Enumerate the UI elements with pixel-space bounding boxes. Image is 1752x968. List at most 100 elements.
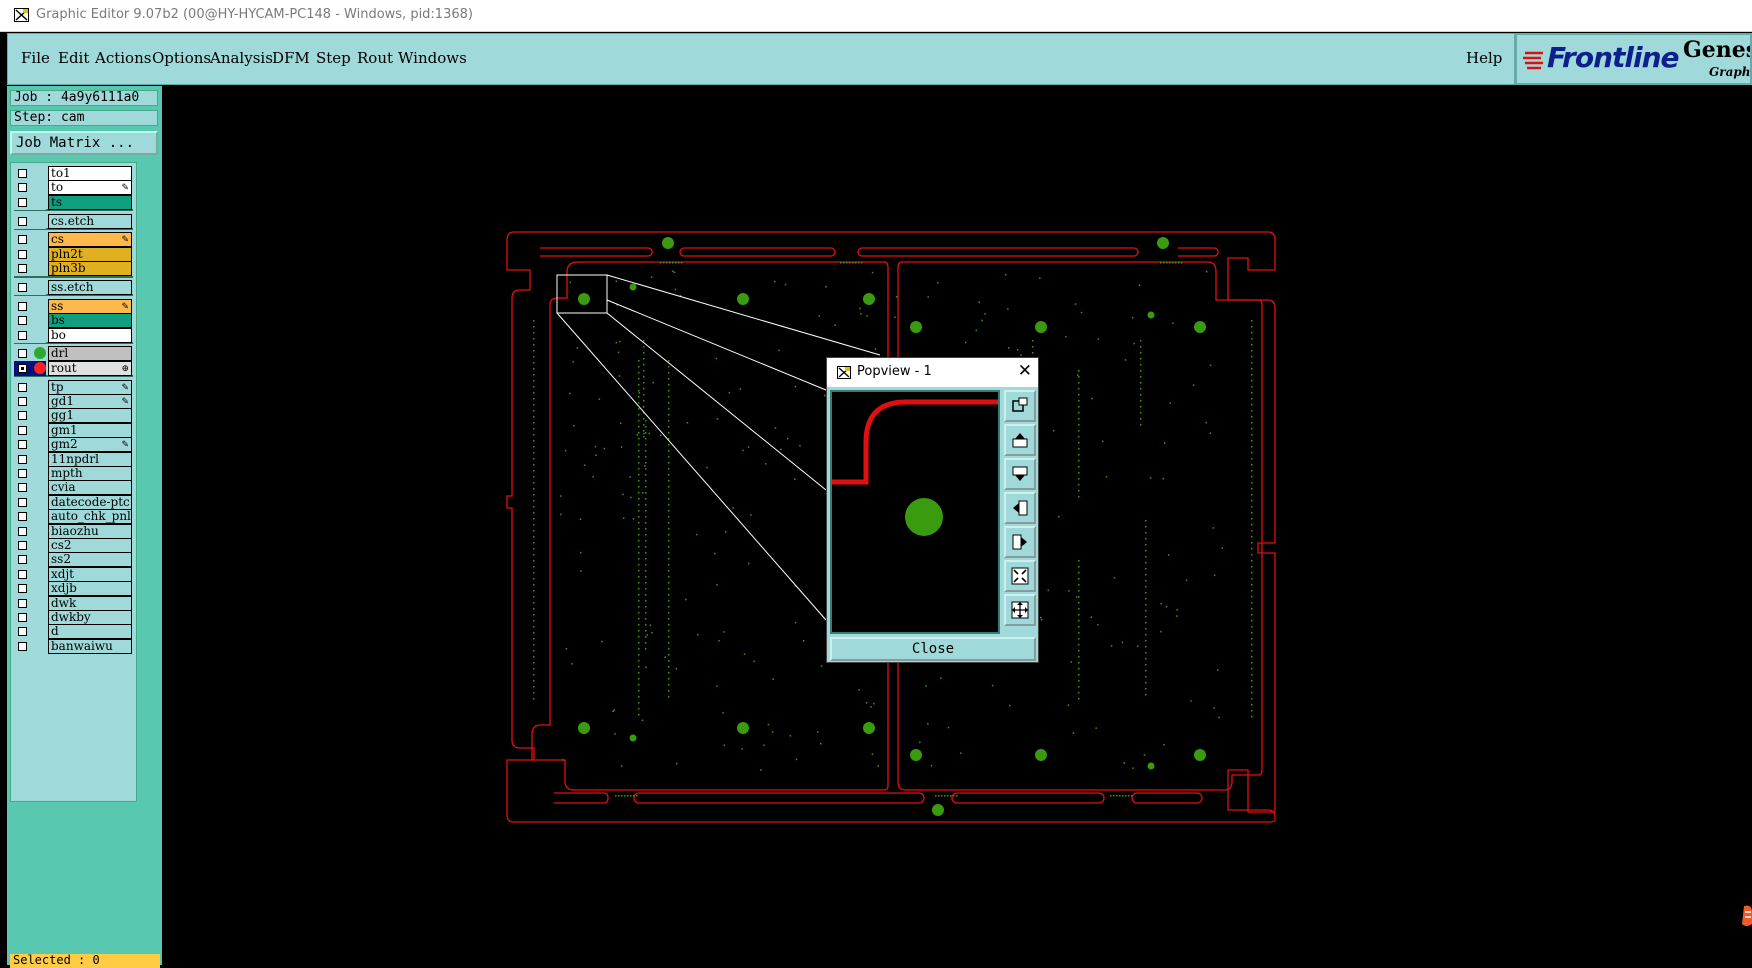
layer-name[interactable]: pln3b <box>48 261 132 277</box>
layer-checkbox[interactable] <box>18 541 27 550</box>
layer-name[interactable]: cs ✎ <box>48 232 132 248</box>
layer-row[interactable]: gm1 <box>14 422 133 438</box>
layer-row[interactable]: cs.etch <box>14 213 133 229</box>
layer-row[interactable]: rout ⊕ <box>14 360 133 376</box>
popview-close-button[interactable]: Close <box>830 637 1036 661</box>
layer-name[interactable]: tp ✎ <box>48 379 132 395</box>
layer-checkbox[interactable] <box>18 641 27 651</box>
layer-name[interactable]: to1 <box>48 166 132 181</box>
layer-name[interactable]: ts <box>48 194 132 210</box>
menu-edit[interactable]: Edit <box>58 49 89 67</box>
layer-checkbox[interactable] <box>18 497 27 507</box>
zoom-fit-button[interactable] <box>1004 560 1036 592</box>
layer-checkbox[interactable] <box>18 397 27 406</box>
layer-row[interactable]: ss2 <box>14 552 133 568</box>
layer-checkbox[interactable] <box>18 425 27 435</box>
layer-checkbox[interactable] <box>18 483 27 493</box>
layer-name[interactable]: gd1 ✎ <box>48 394 132 409</box>
menu-step[interactable]: Step <box>316 49 351 67</box>
layer-name[interactable]: drl <box>48 346 132 362</box>
layer-row[interactable]: tp ✎ <box>14 379 133 395</box>
layer-name[interactable]: d <box>48 624 132 640</box>
menu-actions[interactable]: Actions <box>95 49 151 67</box>
layer-row[interactable]: ss.etch <box>14 280 133 295</box>
layer-name[interactable]: dwkby <box>48 610 132 625</box>
layer-checkbox[interactable] <box>18 526 27 536</box>
layer-row[interactable]: dwkby <box>14 610 133 625</box>
layer-name[interactable]: cvia <box>48 480 132 496</box>
layer-checkbox[interactable] <box>18 440 27 450</box>
layer-row[interactable]: to ✎ <box>14 180 133 196</box>
menu-file[interactable]: File <box>21 49 50 67</box>
layer-row[interactable]: d <box>14 624 133 640</box>
layer-row[interactable]: xdjb <box>14 581 133 597</box>
menu-windows[interactable]: Windows <box>398 49 467 67</box>
layer-name[interactable]: rout ⊕ <box>48 360 132 376</box>
layer-name[interactable]: to ✎ <box>48 180 132 196</box>
layer-name[interactable]: dwk <box>48 595 132 611</box>
layer-row[interactable]: cs2 <box>14 538 133 553</box>
zoom-window-button[interactable] <box>1004 390 1036 422</box>
menu-rout[interactable]: Rout <box>357 49 393 67</box>
layer-checkbox[interactable] <box>18 555 27 565</box>
layer-name[interactable]: xdjt <box>48 566 132 582</box>
layer-row[interactable]: gd1 ✎ <box>14 394 133 409</box>
pan-left-button[interactable] <box>1004 492 1036 524</box>
layer-name[interactable]: ss.etch <box>48 280 132 295</box>
layer-checkbox[interactable] <box>18 469 27 478</box>
layer-name[interactable]: ss2 <box>48 552 132 568</box>
layer-checkbox[interactable] <box>18 411 27 421</box>
layer-checkbox[interactable] <box>18 283 27 292</box>
layer-row[interactable]: bo <box>14 327 133 343</box>
layer-checkbox[interactable] <box>18 169 27 178</box>
layer-row[interactable]: cs ✎ <box>14 232 133 248</box>
layer-name[interactable]: xdjb <box>48 581 132 597</box>
layer-checkbox[interactable] <box>18 264 27 274</box>
layer-name[interactable]: bs <box>48 313 132 329</box>
pan-down-button[interactable] <box>1004 458 1036 490</box>
layer-row[interactable]: drl <box>14 346 133 362</box>
popview-canvas[interactable] <box>830 390 1000 634</box>
layer-checkbox[interactable] <box>18 316 27 326</box>
layer-checkbox[interactable] <box>18 584 27 594</box>
layer-name[interactable]: bo <box>48 327 132 343</box>
layer-row[interactable]: datecode-ptc <box>14 494 133 510</box>
layer-row[interactable]: banwaiwu <box>14 638 133 654</box>
layer-name[interactable]: auto_chk_pnl <box>48 509 132 525</box>
layer-checkbox[interactable] <box>18 249 27 259</box>
layer-row[interactable]: bs <box>14 313 133 329</box>
layer-checkbox[interactable] <box>18 569 27 579</box>
layer-checkbox[interactable] <box>18 349 27 359</box>
pan-right-button[interactable] <box>1004 526 1036 558</box>
layer-row[interactable]: auto_chk_pnl <box>14 509 133 525</box>
layer-checkbox[interactable] <box>18 382 27 392</box>
layer-checkbox[interactable] <box>18 183 27 193</box>
pan-up-button[interactable] <box>1004 424 1036 456</box>
menu-dfm[interactable]: DFM <box>272 49 310 67</box>
layer-checkbox[interactable] <box>18 197 27 207</box>
layer-row[interactable]: gm2 ✎ <box>14 437 133 453</box>
layer-row[interactable]: pln2t <box>14 246 133 262</box>
layer-checkbox[interactable] <box>18 454 27 464</box>
layer-checkbox[interactable] <box>18 330 27 340</box>
layer-checkbox[interactable] <box>18 512 27 522</box>
layer-row[interactable]: 11npdrl <box>14 451 133 467</box>
job-matrix-button[interactable]: Job Matrix ... <box>10 131 158 155</box>
layer-checkbox[interactable] <box>18 216 27 226</box>
layer-row[interactable]: to1 <box>14 166 133 181</box>
menu-analysis[interactable]: Analysis <box>210 49 273 67</box>
layer-checkbox[interactable] <box>18 627 27 637</box>
layer-name[interactable]: gg1 <box>48 408 132 424</box>
layer-row[interactable]: gg1 <box>14 408 133 424</box>
layer-name[interactable]: datecode-ptc <box>48 494 132 510</box>
menu-help[interactable]: Help <box>1466 49 1502 67</box>
layer-row[interactable]: cvia <box>14 480 133 496</box>
zoom-out-button[interactable] <box>1004 594 1036 626</box>
layer-checkbox[interactable] <box>18 235 27 245</box>
layer-row[interactable]: ts <box>14 194 133 210</box>
layer-checkbox[interactable] <box>18 363 27 373</box>
layer-name[interactable]: ss ✎ <box>48 298 132 314</box>
layer-row[interactable]: biaozhu <box>14 523 133 539</box>
layer-name[interactable]: gm2 ✎ <box>48 437 132 453</box>
layer-row[interactable]: dwk <box>14 595 133 611</box>
